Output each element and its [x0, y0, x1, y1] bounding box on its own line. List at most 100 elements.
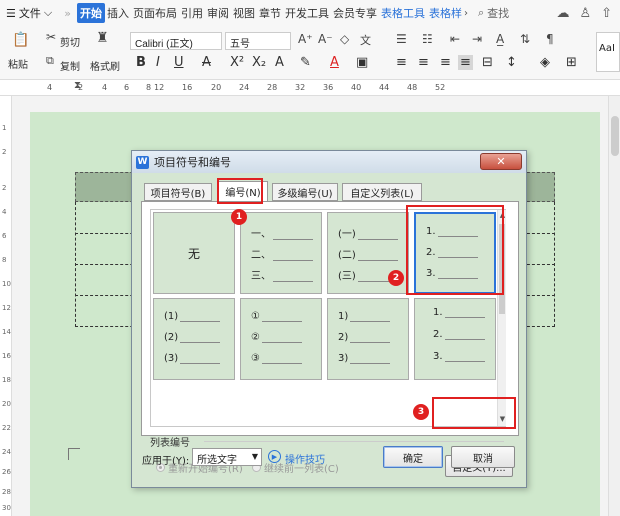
text-effect-icon[interactable]: A: [275, 55, 284, 70]
number-label: (2): [164, 332, 179, 343]
close-button[interactable]: ✕: [480, 153, 522, 170]
annotation-box-numbering-tab: [217, 178, 263, 204]
tab-custom-list[interactable]: 自定义列表(L): [342, 183, 422, 201]
italic-icon[interactable]: I: [156, 55, 160, 70]
tab-bullets[interactable]: 项目符号(B): [144, 183, 212, 201]
style-arabic-paren[interactable]: (1) (2) (3): [153, 298, 235, 380]
vruler-tick: 28: [2, 488, 11, 496]
font-size-select[interactable]: 五号: [225, 32, 291, 50]
style-arabic-half-paren[interactable]: 1) 2) 3): [327, 298, 409, 380]
strikethrough-icon[interactable]: A: [202, 55, 211, 70]
shrink-font-icon[interactable]: A⁻: [318, 32, 333, 46]
vruler-tick: 22: [2, 424, 11, 432]
align-left-icon[interactable]: ≡: [396, 55, 407, 70]
ok-button[interactable]: 确定: [383, 446, 443, 468]
numbered-list-icon[interactable]: ☷: [422, 32, 433, 46]
vertical-ruler[interactable]: 1 2 2 4 6 8 10 12 14 16 18 20 22 24 26 2…: [0, 96, 12, 516]
file-menu[interactable]: ☰ 文件 ⌵: [0, 5, 58, 21]
superscript-icon[interactable]: X²: [230, 55, 244, 70]
style-arabic-dot-indented[interactable]: 1. 2. 3.: [414, 298, 496, 380]
increase-indent-icon[interactable]: ⇥: [472, 32, 482, 46]
bold-icon[interactable]: B: [136, 55, 146, 70]
number-label: 三、: [251, 271, 271, 282]
cut-button-label[interactable]: 剪切: [60, 34, 80, 49]
tab-insert[interactable]: 插入: [105, 5, 131, 21]
distributed-align-icon[interactable]: ⊟: [482, 55, 493, 70]
shading-icon[interactable]: ◈: [540, 55, 550, 70]
indent-marker-icon[interactable]: ⧗: [74, 80, 81, 91]
horizontal-ruler[interactable]: 4 2 4 6 8 12 16 20 24 28 32 36 40 44 48 …: [0, 80, 620, 96]
ribbon: 📋 粘贴 ✂ 剪切 ⧉ 复制 ♜ 格式刷 Calibri (正文) 五号 A⁺ …: [0, 26, 620, 80]
paste-button-label[interactable]: 粘贴: [8, 56, 28, 71]
ruler-tick: 24: [239, 83, 250, 92]
font-name-select[interactable]: Calibri (正文): [130, 32, 222, 50]
copy-button-label[interactable]: 复制: [60, 58, 80, 73]
number-label: ③: [251, 353, 260, 364]
style-chinese-dun[interactable]: 一、 二、 三、: [240, 212, 322, 294]
align-right-icon[interactable]: ≡: [440, 55, 451, 70]
scrollbar-thumb[interactable]: [611, 116, 619, 156]
search-button[interactable]: ⌕ 查找: [478, 5, 509, 21]
borders-icon[interactable]: ⊞: [566, 55, 577, 70]
more-menu-button[interactable]: »: [58, 7, 77, 20]
text-line: [180, 335, 221, 343]
style-circled[interactable]: ① ② ③: [240, 298, 322, 380]
chevron-down-icon: ⌵: [43, 6, 53, 19]
clear-format-icon[interactable]: ◇: [340, 32, 349, 46]
sort-icon[interactable]: ⇅: [520, 32, 530, 46]
document-scrollbar[interactable]: [608, 96, 620, 516]
font-color-icon[interactable]: A: [330, 55, 339, 70]
tips-link[interactable]: 操作技巧: [285, 451, 325, 466]
justify-icon[interactable]: ≡: [458, 55, 473, 70]
style-none[interactable]: 无: [153, 212, 235, 294]
subscript-icon[interactable]: X₂: [252, 55, 266, 70]
bullet-list-icon[interactable]: ☰: [396, 32, 407, 46]
ruler-tick: 52: [435, 83, 446, 92]
cloud-icon[interactable]: ☁: [556, 6, 569, 21]
text-line: [350, 314, 391, 322]
grow-font-icon[interactable]: A⁺: [298, 32, 313, 46]
highlight-icon[interactable]: ✎: [300, 55, 311, 70]
line-spacing-icon[interactable]: ↕: [506, 55, 517, 70]
decrease-indent-icon[interactable]: ⇤: [450, 32, 460, 46]
align-center-icon[interactable]: ≡: [418, 55, 429, 70]
tab-developer[interactable]: 开发工具: [283, 5, 331, 21]
show-marks-icon[interactable]: ¶: [546, 32, 554, 46]
number-label: 二、: [251, 250, 271, 261]
share-user-icon[interactable]: ♙: [579, 6, 591, 21]
tab-multilevel[interactable]: 多级编号(U): [272, 183, 338, 201]
tab-table-style[interactable]: 表格样: [427, 5, 464, 21]
style-gallery-preview[interactable]: AaI: [596, 32, 620, 72]
char-border-icon[interactable]: ▣: [356, 55, 368, 70]
number-label: 1): [338, 311, 349, 322]
tab-references[interactable]: 引用: [179, 5, 205, 21]
paste-icon[interactable]: 📋: [12, 32, 29, 48]
upload-icon[interactable]: ⇧: [601, 6, 612, 21]
phonetic-guide-icon[interactable]: 文: [360, 32, 371, 48]
tab-page-layout[interactable]: 页面布局: [131, 5, 179, 21]
tab-member[interactable]: 会员专享: [331, 5, 379, 21]
scissors-icon[interactable]: ✂: [46, 30, 56, 44]
chinese-layout-icon[interactable]: A̲: [496, 32, 504, 46]
tab-review[interactable]: 审阅: [205, 5, 231, 21]
tab-home[interactable]: 开始: [76, 3, 105, 23]
cancel-button[interactable]: 取消: [451, 446, 515, 468]
apply-to-select[interactable]: 所选文字 ▼: [192, 448, 262, 466]
text-line: [350, 356, 391, 364]
format-painter-label[interactable]: 格式刷: [90, 58, 120, 73]
number-label: (一): [338, 229, 356, 240]
apply-to-label: 应用于(Y):: [142, 456, 190, 467]
play-tips-icon[interactable]: ▶: [268, 450, 281, 463]
dialog-titlebar[interactable]: W 项目符号和编号: [132, 151, 526, 173]
copy-icon[interactable]: ⧉: [46, 54, 54, 68]
tab-view[interactable]: 视图: [231, 5, 257, 21]
tab-section[interactable]: 章节: [257, 5, 283, 21]
format-painter-icon[interactable]: ♜: [96, 30, 109, 46]
annotation-badge-3: 3: [413, 404, 429, 420]
chevron-right-icon[interactable]: ›: [464, 8, 468, 19]
tab-table-tools[interactable]: 表格工具: [379, 5, 427, 21]
dropdown-arrow-icon: ▼: [251, 452, 258, 461]
text-line: [273, 253, 313, 261]
underline-icon[interactable]: U: [174, 55, 184, 70]
ruler-tick: 8: [146, 83, 152, 92]
